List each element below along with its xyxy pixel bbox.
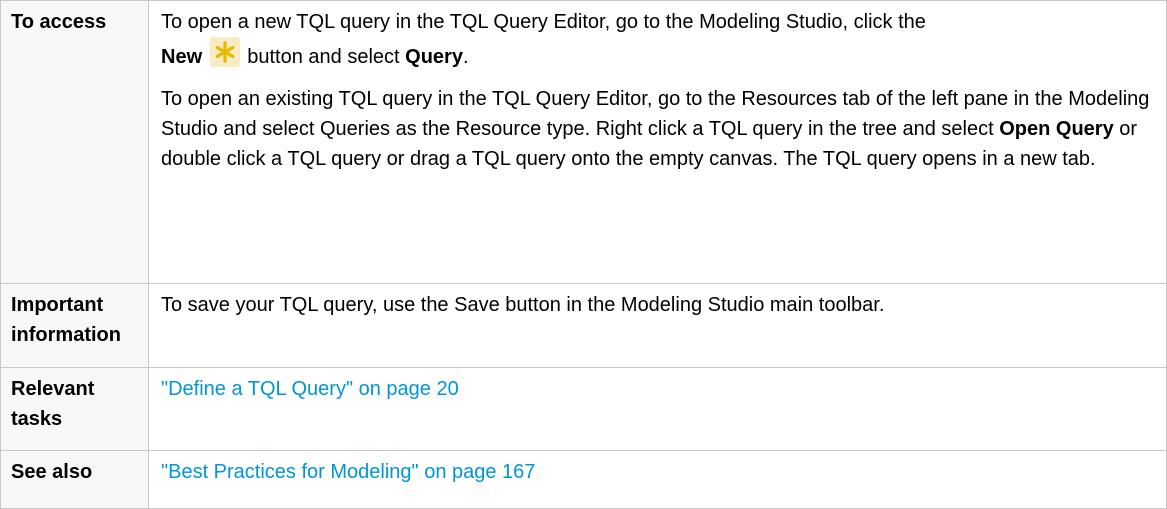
row-header-relevant-tasks: Relevant tasks [0,367,149,451]
row-relevant-tasks: Relevant tasks "Define a TQL Query" on p… [0,367,1167,451]
new-asterisk-icon [209,37,240,67]
row-body-relevant-tasks: "Define a TQL Query" on page 20 [148,367,1167,451]
best-practices-link[interactable]: "Best Practices for Modeling" on page 16… [161,461,535,483]
access-p1-intro: To open a new TQL query in the TQL Query… [161,11,926,33]
row-important-information: Important information To save your TQL q… [0,283,1167,368]
row-header-see-also: See also [0,450,149,509]
row-body-see-also: "Best Practices for Modeling" on page 16… [148,450,1167,509]
row-header-important-information: Important information [0,283,149,368]
row-to-access: To access To open a new TQL query in the… [0,0,1167,284]
info-table: To access To open a new TQL query in the… [0,0,1167,509]
important-text: To save your TQL query, use the Save but… [161,294,885,316]
access-p1-end: . [462,46,469,68]
define-tql-query-link[interactable]: "Define a TQL Query" on page 20 [161,378,459,400]
query-label: Query [405,46,463,68]
access-p1-mid: button and select [247,46,406,68]
open-query-label: Open Query [999,118,1114,140]
row-see-also: See also "Best Practices for Modeling" o… [0,450,1167,509]
new-label: New [161,46,203,68]
row-header-to-access: To access [0,0,149,284]
access-paragraph-existing: To open an existing TQL query in the TQL… [161,84,1156,174]
row-body-important-information: To save your TQL query, use the Save but… [148,283,1167,368]
access-paragraph-new: To open a new TQL query in the TQL Query… [161,7,1156,72]
row-body-to-access: To open a new TQL query in the TQL Query… [148,0,1167,284]
